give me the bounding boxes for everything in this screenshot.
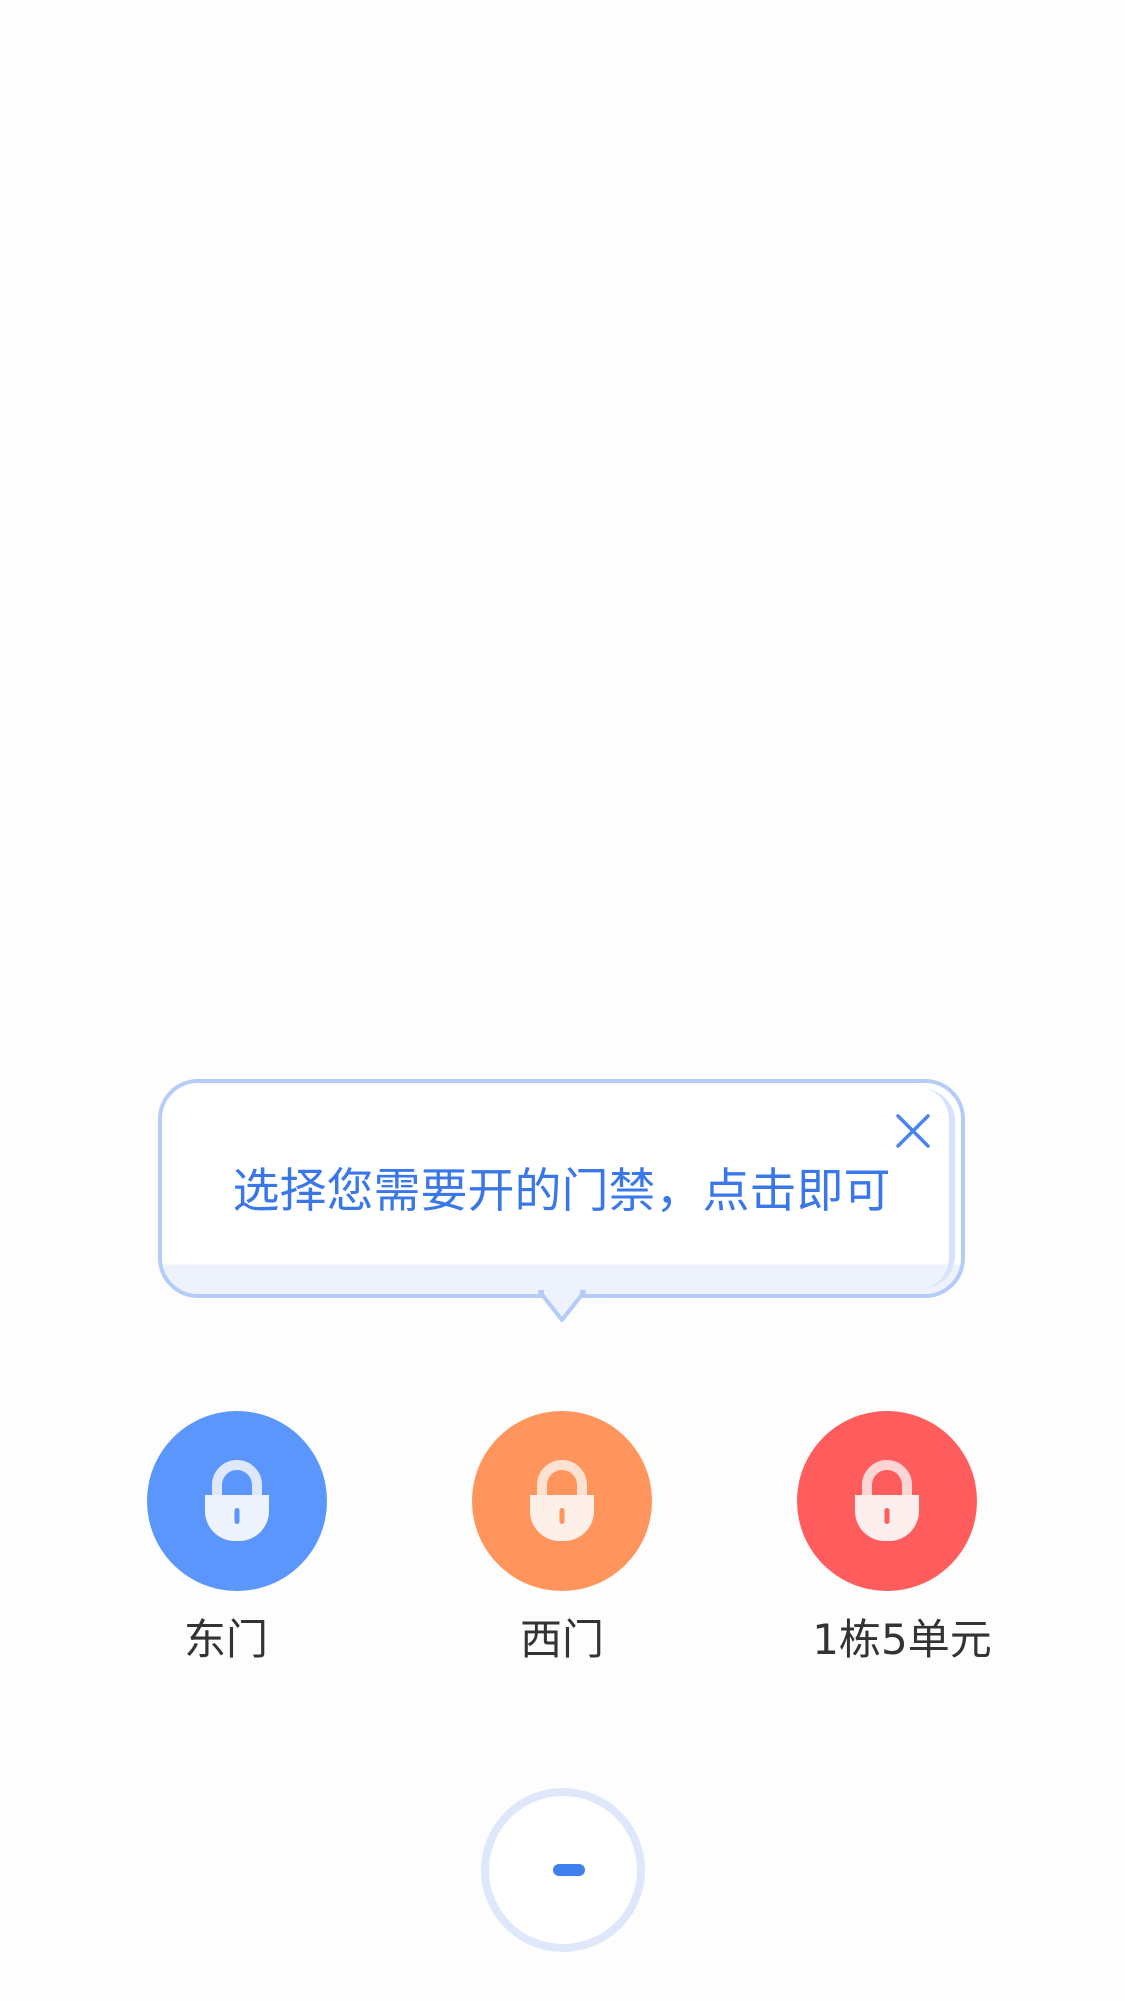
door-button-west[interactable] <box>472 1411 652 1591</box>
hint-tooltip: 选择您需要开的门禁，点击即可 <box>158 1079 965 1298</box>
door-button-east[interactable] <box>147 1411 327 1591</box>
hint-message: 选择您需要开的门禁，点击即可 <box>232 1164 891 1219</box>
door-button-building-1-unit-5[interactable] <box>797 1411 977 1591</box>
door-label-west: 西门 <box>519 1615 604 1664</box>
minimize-button[interactable] <box>481 1788 645 1952</box>
door-access-screen: 选择您需要开的门禁，点击即可 东门 西门 1栋5单元 <box>0 0 1125 2001</box>
door-label-building-1-unit-5: 1栋5单元 <box>812 1615 992 1664</box>
tooltip-pointer <box>538 1290 586 1322</box>
close-icon[interactable] <box>893 1111 933 1151</box>
minus-icon <box>553 1864 585 1876</box>
door-label-east: 东门 <box>183 1615 268 1664</box>
